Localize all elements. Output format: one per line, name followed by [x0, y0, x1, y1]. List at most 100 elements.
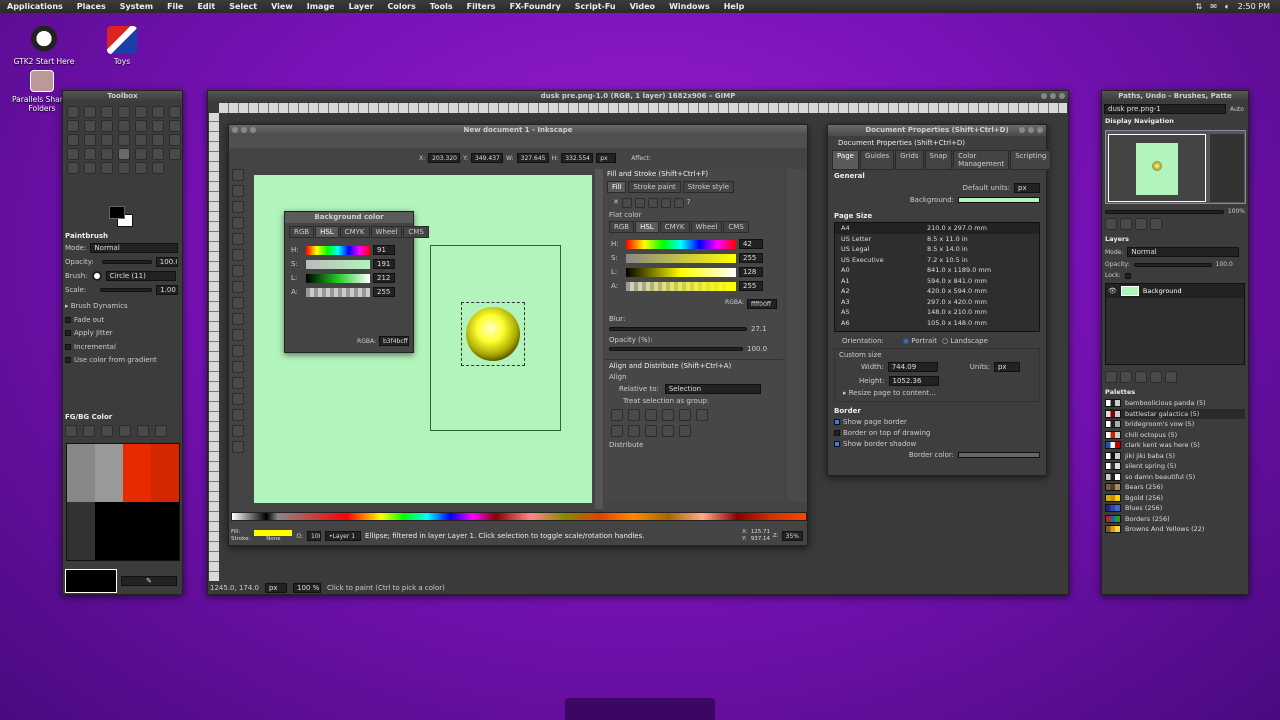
horizontal-ruler[interactable]	[219, 103, 1067, 113]
fs-tab-cms[interactable]: CMS	[723, 221, 749, 233]
option-fade-out[interactable]: Fade out	[65, 314, 180, 328]
patterns-tab-icon[interactable]	[1120, 371, 1132, 383]
palette-row[interactable]: Bgold (256)	[1105, 493, 1245, 504]
text-icon[interactable]	[169, 134, 181, 146]
border-shadow-check[interactable]: Show border shadow	[834, 440, 1040, 448]
brushes-tab-icon[interactable]	[1105, 371, 1117, 383]
pencil-tool-icon[interactable]	[232, 313, 244, 325]
triangle-selector-icon[interactable]	[101, 425, 113, 437]
brush-name[interactable]: Circle (11)	[105, 271, 176, 281]
bg-h-value[interactable]: 91	[373, 245, 395, 255]
palette-row[interactable]: Bears (256)	[1105, 482, 1245, 493]
eraser-tool-icon[interactable]	[232, 393, 244, 405]
fs-rgba-field[interactable]: ffff00ff	[747, 299, 777, 309]
tab-color-management[interactable]: Color Management	[953, 150, 1010, 170]
layer-opacity-value[interactable]: 100.0	[1216, 261, 1233, 268]
hex-picker-button[interactable]: ✎	[121, 576, 177, 586]
layer-name[interactable]: Background	[1143, 287, 1182, 295]
size-row-a1[interactable]: A1 594.0 x 841.0 mm	[835, 276, 1039, 287]
tweak-tool-icon[interactable]	[232, 201, 244, 213]
cage-icon[interactable]	[152, 134, 164, 146]
blur-slider[interactable]	[609, 327, 747, 331]
spiral-tool-icon[interactable]	[232, 297, 244, 309]
menu-applications[interactable]: Applications	[0, 2, 70, 11]
align-left-edge-icon[interactable]	[662, 409, 674, 421]
show-border-check[interactable]: Show page border	[834, 418, 1040, 426]
bg-tab-cmyk[interactable]: CMYK	[339, 226, 370, 238]
tab-stroke-style[interactable]: Stroke style	[682, 181, 735, 193]
desktop-icon-gtk2[interactable]: GTK2 Start Here	[4, 26, 84, 66]
layer-mode-select[interactable]: Normal	[1127, 247, 1240, 257]
swatch-icon[interactable]	[673, 198, 684, 208]
bg-rgba-field[interactable]: b3f4bcff	[379, 336, 409, 346]
smudge-icon[interactable]	[135, 162, 147, 174]
align-baseline-icon[interactable]	[696, 409, 708, 421]
align-bottom-edge-icon[interactable]	[679, 425, 691, 437]
bg-l-value[interactable]: 212	[373, 273, 395, 283]
size-row-a0[interactable]: A0 841.0 x 1189.0 mm	[835, 265, 1039, 276]
paintbrush-icon[interactable]	[118, 148, 130, 160]
background-color-button[interactable]	[958, 197, 1040, 203]
menu-tools[interactable]: Tools	[423, 2, 460, 11]
align-right-icon[interactable]	[645, 409, 657, 421]
bucket-tool-icon[interactable]	[232, 409, 244, 421]
fonts-tab-icon[interactable]	[1165, 371, 1177, 383]
pen-tool-icon[interactable]	[232, 329, 244, 341]
menu-select[interactable]: Select	[222, 2, 264, 11]
bg-tab-wheel[interactable]: Wheel	[370, 226, 403, 238]
bg-tab-rgb[interactable]: RGB	[289, 226, 315, 238]
mail-icon[interactable]: ✉	[1210, 2, 1217, 11]
lock-alpha-check[interactable]	[1124, 272, 1131, 279]
align-bottom-icon[interactable]	[645, 425, 657, 437]
color-palette-strip[interactable]	[231, 512, 807, 521]
vertical-ruler[interactable]	[209, 113, 219, 581]
menu-view[interactable]: View	[264, 2, 300, 11]
bg-s-value[interactable]: 191	[373, 259, 395, 269]
portrait-radio[interactable]: ◉ Portrait	[903, 337, 937, 345]
rotate-icon[interactable]	[67, 134, 79, 146]
layer-select[interactable]: •Layer 1	[325, 531, 362, 541]
menu-layer[interactable]: Layer	[342, 2, 381, 11]
fs-a-slider[interactable]	[626, 281, 736, 291]
blur-value[interactable]: 27.1	[751, 325, 767, 333]
3dbox-tool-icon[interactable]	[232, 249, 244, 261]
y-field[interactable]: 349.437	[471, 153, 504, 163]
align-center-v-icon[interactable]	[628, 409, 640, 421]
palette-row[interactable]: bridegroom's vow (5)	[1105, 419, 1245, 430]
wheel-selector-icon[interactable]	[119, 425, 131, 437]
unit-select[interactable]: px	[596, 153, 617, 163]
option-brush-dynamics[interactable]: ▸ Brush Dynamics	[65, 300, 180, 314]
bg-a-slider[interactable]	[306, 287, 370, 297]
width-field[interactable]: 744.09	[887, 362, 938, 372]
size-row-us-letter[interactable]: US Letter 8.5 x 11.0 in	[835, 234, 1039, 245]
page-size-list[interactable]: A4 210.0 x 297.0 mm US Letter 8.5 x 11.0 i…	[834, 222, 1040, 332]
fs-opacity-value[interactable]: 100.0	[747, 345, 767, 353]
default-units-select[interactable]: px	[1014, 183, 1040, 193]
align-top-icon[interactable]	[611, 425, 623, 437]
fs-opacity-slider[interactable]	[609, 347, 743, 351]
fg-bg-swatch[interactable]	[109, 206, 135, 228]
menu-video[interactable]: Video	[623, 2, 662, 11]
palette-row[interactable]: battlestar galactica (5)	[1105, 408, 1245, 419]
cmyk-selector-icon[interactable]	[83, 425, 95, 437]
tab-scripting[interactable]: Scripting	[1010, 150, 1052, 170]
palette-row[interactable]: Browns And Yellows (22)	[1105, 524, 1245, 535]
scale-slider[interactable]	[100, 288, 153, 292]
size-row-us-executive[interactable]: US Executive 7.2 x 10.5 in	[835, 255, 1039, 266]
border-color-button[interactable]	[958, 452, 1040, 458]
palette-row[interactable]: Blues (256)	[1105, 503, 1245, 514]
align-icon[interactable]	[152, 120, 164, 132]
palettes-tab-icon[interactable]	[1150, 371, 1162, 383]
text-tool-icon[interactable]	[232, 361, 244, 373]
menu-edit[interactable]: Edit	[190, 2, 222, 11]
ellipse-tool-icon[interactable]	[232, 265, 244, 277]
tab-page[interactable]: Page	[832, 150, 859, 170]
unit-select[interactable]: px	[264, 582, 287, 593]
flip-icon[interactable]	[135, 134, 147, 146]
perspective-icon[interactable]	[118, 134, 130, 146]
bg-tab-hsl[interactable]: HSL	[315, 226, 339, 238]
scale-icon[interactable]	[84, 134, 96, 146]
shear-icon[interactable]	[101, 134, 113, 146]
desktop-icon-toys[interactable]: Toys	[82, 26, 162, 66]
border-on-top-check[interactable]: Border on top of drawing	[834, 429, 1040, 437]
